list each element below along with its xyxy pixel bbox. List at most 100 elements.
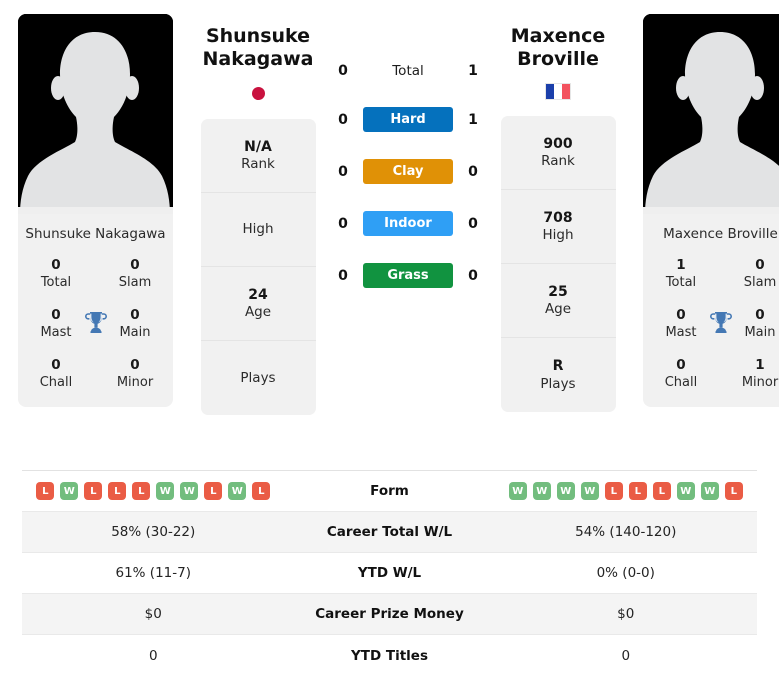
value: R [552,358,564,375]
left-value: 61% (11-7) [115,565,191,581]
label: Mast [665,325,697,341]
value: 0 [676,306,686,323]
form-badge-right-6: L [628,482,647,500]
rank-item-age-left: 24 Age [200,267,316,342]
h2h-left-score: 0 [338,267,348,284]
h2h-surface-bar-grass: Grass [363,263,453,288]
value: 0 [755,257,765,274]
name-line-1: Shunsuke [205,25,311,47]
rank-card-right: 900 Rank 708 High 25 Age R Plays [500,116,616,413]
h2h-left-score: 0 [338,163,348,180]
table-row-ytd-wl: 61% (11-7) YTD W/L 0% (0-0) [22,553,757,594]
form-badge-left-4: L [108,482,127,500]
form-badge-right-5: L [604,482,623,500]
rank-item-age-right: 25 Age [500,264,616,339]
value: 1 [755,356,765,373]
title-mast-left: 0 Mast [30,306,82,342]
title-chall-right: 0 Chall [655,356,707,392]
fr-flag-icon [545,83,571,101]
value: 0 [51,356,61,373]
title-total-right: 1 Total [655,256,707,292]
value: 900 [543,135,573,152]
right-value: 54% (140-120) [575,524,677,540]
name-line-2: Broville [517,48,599,71]
title-main-right: 0 Main [734,306,779,342]
titles-row: 0 Total 0 Slam [30,256,161,292]
label: Main [744,325,776,341]
player-photo-right [643,14,779,214]
title-main-left: 0 Main [109,306,161,342]
h2h-right-score: 0 [468,215,478,232]
form-badge-left-10: L [252,482,271,500]
comparison-stats-table: LWLLLWWLWL Form WWWWLLLWWL 58% (30-22) C… [22,470,757,676]
label: High [242,221,274,238]
fr-flag-red [562,84,570,100]
titles-grid-right: 1 Total 0 Slam 0 Mast 0 Main 0 Chall 1 M… [643,252,779,407]
player-card-right[interactable]: Maxence Broville 1 Total 0 Slam 0 Mast 0… [643,14,779,408]
rank-card-left: N/A Rank High 24 Age Plays [200,119,316,416]
value: 1 [676,257,686,274]
h2h-right-score: 0 [468,163,478,180]
label: Minor [116,374,154,390]
table-row-ytd-titles: 0 YTD Titles 0 [22,635,757,676]
row-label-ytd-wl: YTD W/L [357,565,422,581]
form-badge-right-9: W [700,482,719,500]
value: 0 [51,306,61,323]
label: Age [244,304,272,321]
left-value: 58% (30-22) [111,524,196,540]
titles-row: 0 Chall 1 Minor [655,356,779,392]
label: Rank [241,156,275,173]
label: Mast [40,325,72,341]
form-badge-left-9: W [228,482,247,500]
h2h-row-indoor: 0 Indoor 0 [335,211,481,236]
form-badge-right-1: W [508,482,527,500]
label: Rank [541,153,575,170]
h2h-left-score: 0 [338,215,348,232]
row-label-ytd-titles: YTD Titles [351,647,428,664]
form-badge-right-4: W [580,482,599,500]
value: 25 [548,283,568,300]
title-slam-right: 0 Slam [734,256,779,292]
form-badge-right-2: W [532,482,551,500]
player-photo-left [18,14,173,214]
form-badge-right-8: W [676,482,695,500]
table-row-career-prize-money: $0 Career Prize Money $0 [22,594,757,635]
row-label-career-total-wl: Career Total W/L [326,524,453,540]
h2h-surface-bar-indoor: Indoor [363,211,453,236]
player-card-left[interactable]: Shunsuke Nakagawa 0 Total 0 Slam 0 Mast … [18,14,173,408]
form-badge-left-8: L [204,482,223,500]
player-summary-right: Maxence Broville 900 Rank 708 High 25 Ag… [493,0,623,413]
titles-row: 0 Chall 0 Minor [30,356,161,392]
label: Slam [743,275,777,291]
label: Chall [39,374,73,390]
h2h-right-score: 1 [468,111,478,128]
right-value: 0% (0-0) [596,565,655,581]
title-minor-left: 0 Minor [109,356,161,392]
value: 24 [248,286,268,303]
label: Slam [118,275,152,291]
form-badge-left-6: W [156,482,175,500]
player-name-left: Shunsuke Nakagawa [25,226,166,242]
left-value: $0 [144,606,162,622]
player-headline-name-right: Maxence Broville [493,25,623,71]
titles-row: 1 Total 0 Slam [655,256,779,292]
player-comparison-area: Shunsuke Nakagawa 0 Total 0 Slam 0 Mast … [0,0,779,470]
fr-flag-white [554,84,562,100]
h2h-surface-bar-clay: Clay [363,159,453,184]
h2h-row-hard: 0 Hard 1 [335,107,481,132]
form-strip-left: LWLLLWWLWL [22,482,285,500]
form-badge-right-10: L [724,482,743,500]
label: Chall [664,374,698,390]
right-value: $0 [617,606,635,622]
left-value: 0 [148,647,158,664]
player-headline-name-left: Shunsuke Nakagawa [193,25,323,71]
rank-item-plays-right: R Plays [501,338,616,412]
titles-grid-left: 0 Total 0 Slam 0 Mast 0 Main 0 Chall 0 M… [18,252,173,407]
label: Plays [540,375,576,392]
value: N/A [244,138,272,155]
label: Main [119,325,151,341]
value: 0 [130,356,140,373]
title-chall-left: 0 Chall [30,356,82,392]
player-name-right: Maxence Broville [663,226,778,242]
form-badge-left-3: L [84,482,103,500]
